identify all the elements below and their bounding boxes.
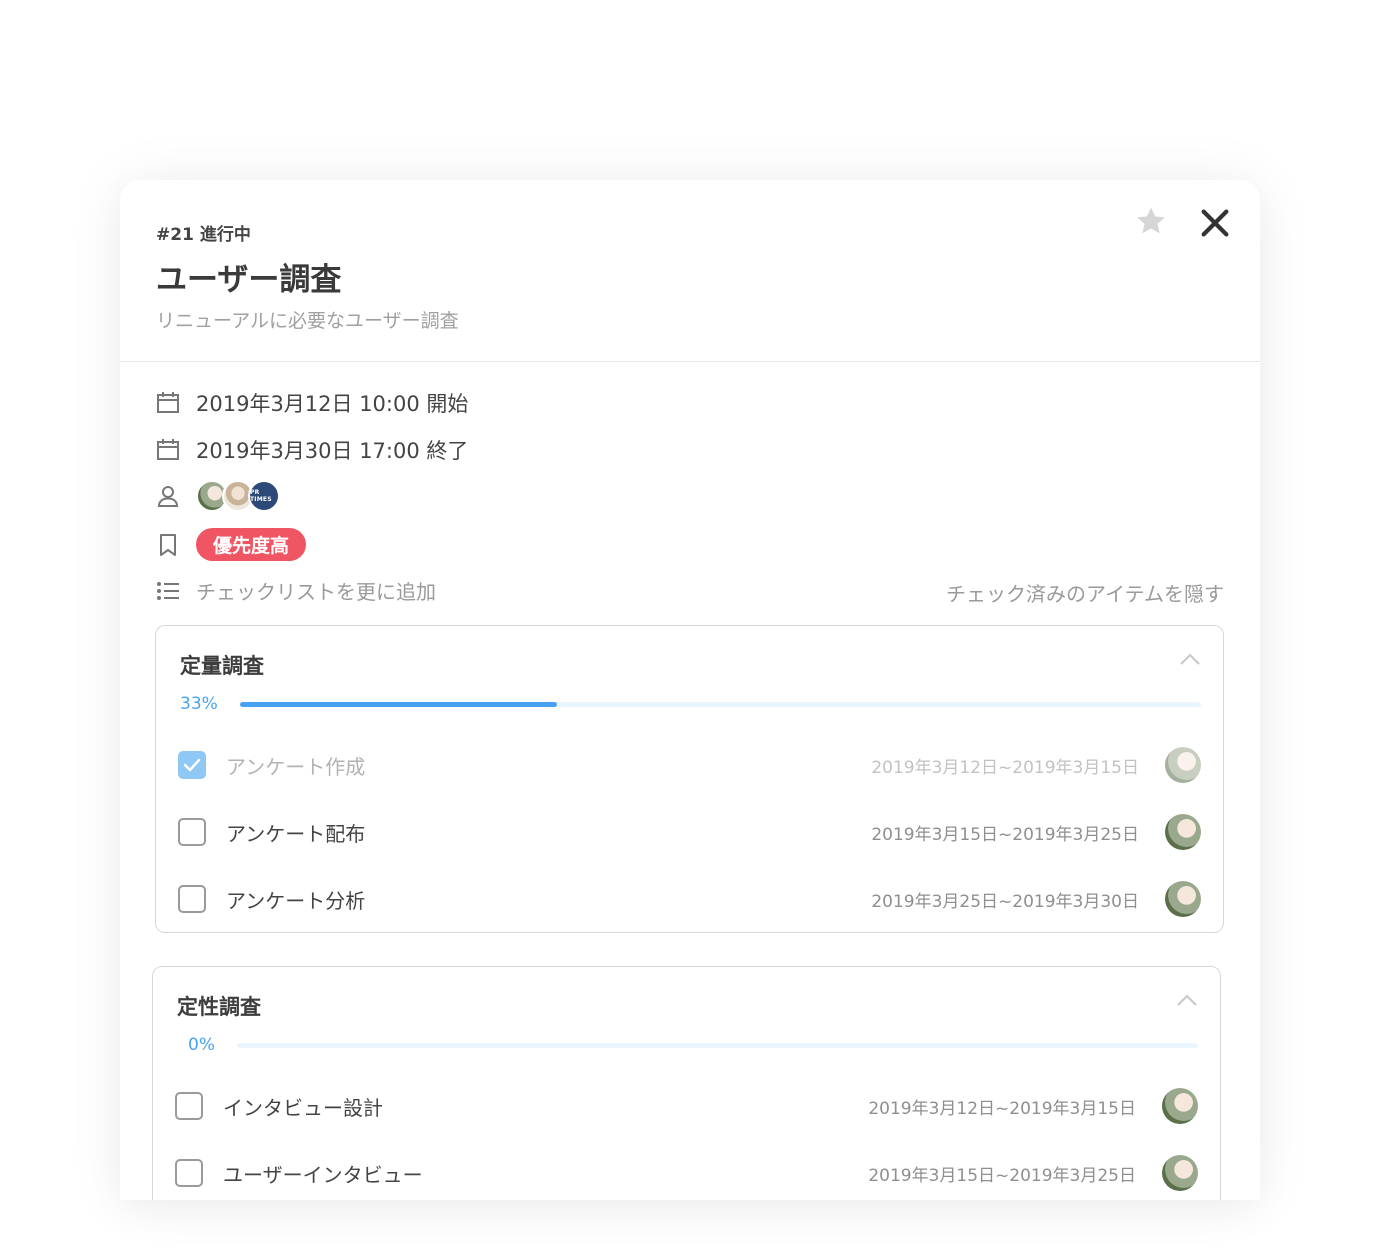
- checklist-item: アンケート分析 2019年3月25日~2019年3月30日: [178, 879, 1201, 919]
- start-date: 2019年3月12日 10:00 開始: [196, 392, 469, 416]
- item-name[interactable]: アンケート作成: [226, 751, 365, 780]
- progress-bar: [240, 702, 1201, 707]
- item-name[interactable]: アンケート配布: [226, 818, 365, 847]
- task-title[interactable]: ユーザー調査: [156, 254, 341, 299]
- item-name[interactable]: アンケート分析: [226, 885, 365, 914]
- start-date-row[interactable]: 2019年3月12日 10:00 開始: [156, 388, 468, 418]
- task-number-status: #21 進行中: [156, 225, 251, 245]
- checklist-title[interactable]: 定量調査: [180, 650, 264, 680]
- close-icon[interactable]: [1198, 206, 1232, 240]
- item-dates[interactable]: 2019年3月15日~2019年3月25日: [868, 1161, 1136, 1186]
- end-date: 2019年3月30日 17:00 終了: [196, 439, 469, 463]
- end-date-row[interactable]: 2019年3月30日 17:00 終了: [156, 435, 468, 465]
- bookmark-icon: [156, 533, 180, 557]
- chevron-up-icon[interactable]: [1179, 652, 1201, 666]
- item-checkbox[interactable]: [175, 1159, 203, 1187]
- priority-tag[interactable]: 優先度高: [196, 528, 307, 561]
- avatar[interactable]: [1165, 747, 1201, 783]
- checklist-card: 定性調査 0% インタビュー設計 2019年3月12日~2019年3月15日 ユ…: [152, 966, 1221, 1200]
- avatar[interactable]: [1165, 881, 1201, 917]
- avatar[interactable]: [1165, 814, 1201, 850]
- calendar-icon: [156, 391, 180, 415]
- task-detail-modal: #21 進行中 ユーザー調査 リニューアルに必要なユーザー調査 2019年3月1…: [120, 180, 1260, 1200]
- assignees-row: PR TIMES: [156, 480, 280, 512]
- progress-percent: 0%: [188, 1035, 215, 1055]
- progress-fill: [240, 702, 558, 707]
- item-checkbox[interactable]: [178, 751, 206, 779]
- item-dates[interactable]: 2019年3月15日~2019年3月25日: [871, 820, 1139, 845]
- tag-row: 優先度高: [156, 528, 307, 561]
- checklist-title[interactable]: 定性調査: [177, 991, 261, 1021]
- item-dates[interactable]: 2019年3月25日~2019年3月30日: [871, 887, 1139, 912]
- assignee-avatars[interactable]: PR TIMES: [196, 480, 280, 512]
- progress-percent: 33%: [180, 694, 218, 714]
- item-name[interactable]: インタビュー設計: [223, 1092, 383, 1121]
- star-icon[interactable]: [1134, 204, 1168, 238]
- chevron-up-icon[interactable]: [1176, 993, 1198, 1007]
- checklist-item: インタビュー設計 2019年3月12日~2019年3月15日: [175, 1086, 1198, 1126]
- item-dates[interactable]: 2019年3月12日~2019年3月15日: [871, 753, 1139, 778]
- progress-bar: [237, 1043, 1198, 1048]
- item-dates[interactable]: 2019年3月12日~2019年3月15日: [868, 1094, 1136, 1119]
- avatar[interactable]: [1162, 1155, 1198, 1191]
- add-checklist-label: チェックリストを更に追加: [196, 580, 436, 604]
- avatar[interactable]: PR TIMES: [248, 480, 280, 512]
- checklist-item: ユーザーインタビュー 2019年3月15日~2019年3月25日: [175, 1153, 1198, 1193]
- checklist-item: アンケート配布 2019年3月15日~2019年3月25日: [178, 812, 1201, 852]
- checklist-card: 定量調査 33% アンケート作成 2019年3月12日~2019年3月15日 ア…: [155, 625, 1224, 933]
- calendar-icon: [156, 438, 180, 462]
- task-description[interactable]: リニューアルに必要なユーザー調査: [156, 306, 459, 333]
- item-checkbox[interactable]: [175, 1092, 203, 1120]
- hide-checked-button[interactable]: チェック済みのアイテムを隠す: [946, 578, 1224, 607]
- item-checkbox[interactable]: [178, 818, 206, 846]
- checkmark-icon: [183, 758, 201, 772]
- item-name[interactable]: ユーザーインタビュー: [223, 1159, 423, 1188]
- avatar[interactable]: [1162, 1088, 1198, 1124]
- task-header: #21 進行中 ユーザー調査 リニューアルに必要なユーザー調査: [120, 180, 1260, 362]
- checklist-item: アンケート作成 2019年3月12日~2019年3月15日: [178, 745, 1201, 785]
- list-icon: [156, 579, 180, 603]
- user-icon: [156, 484, 180, 508]
- add-checklist-button[interactable]: チェックリストを更に追加: [156, 576, 436, 605]
- item-checkbox[interactable]: [178, 885, 206, 913]
